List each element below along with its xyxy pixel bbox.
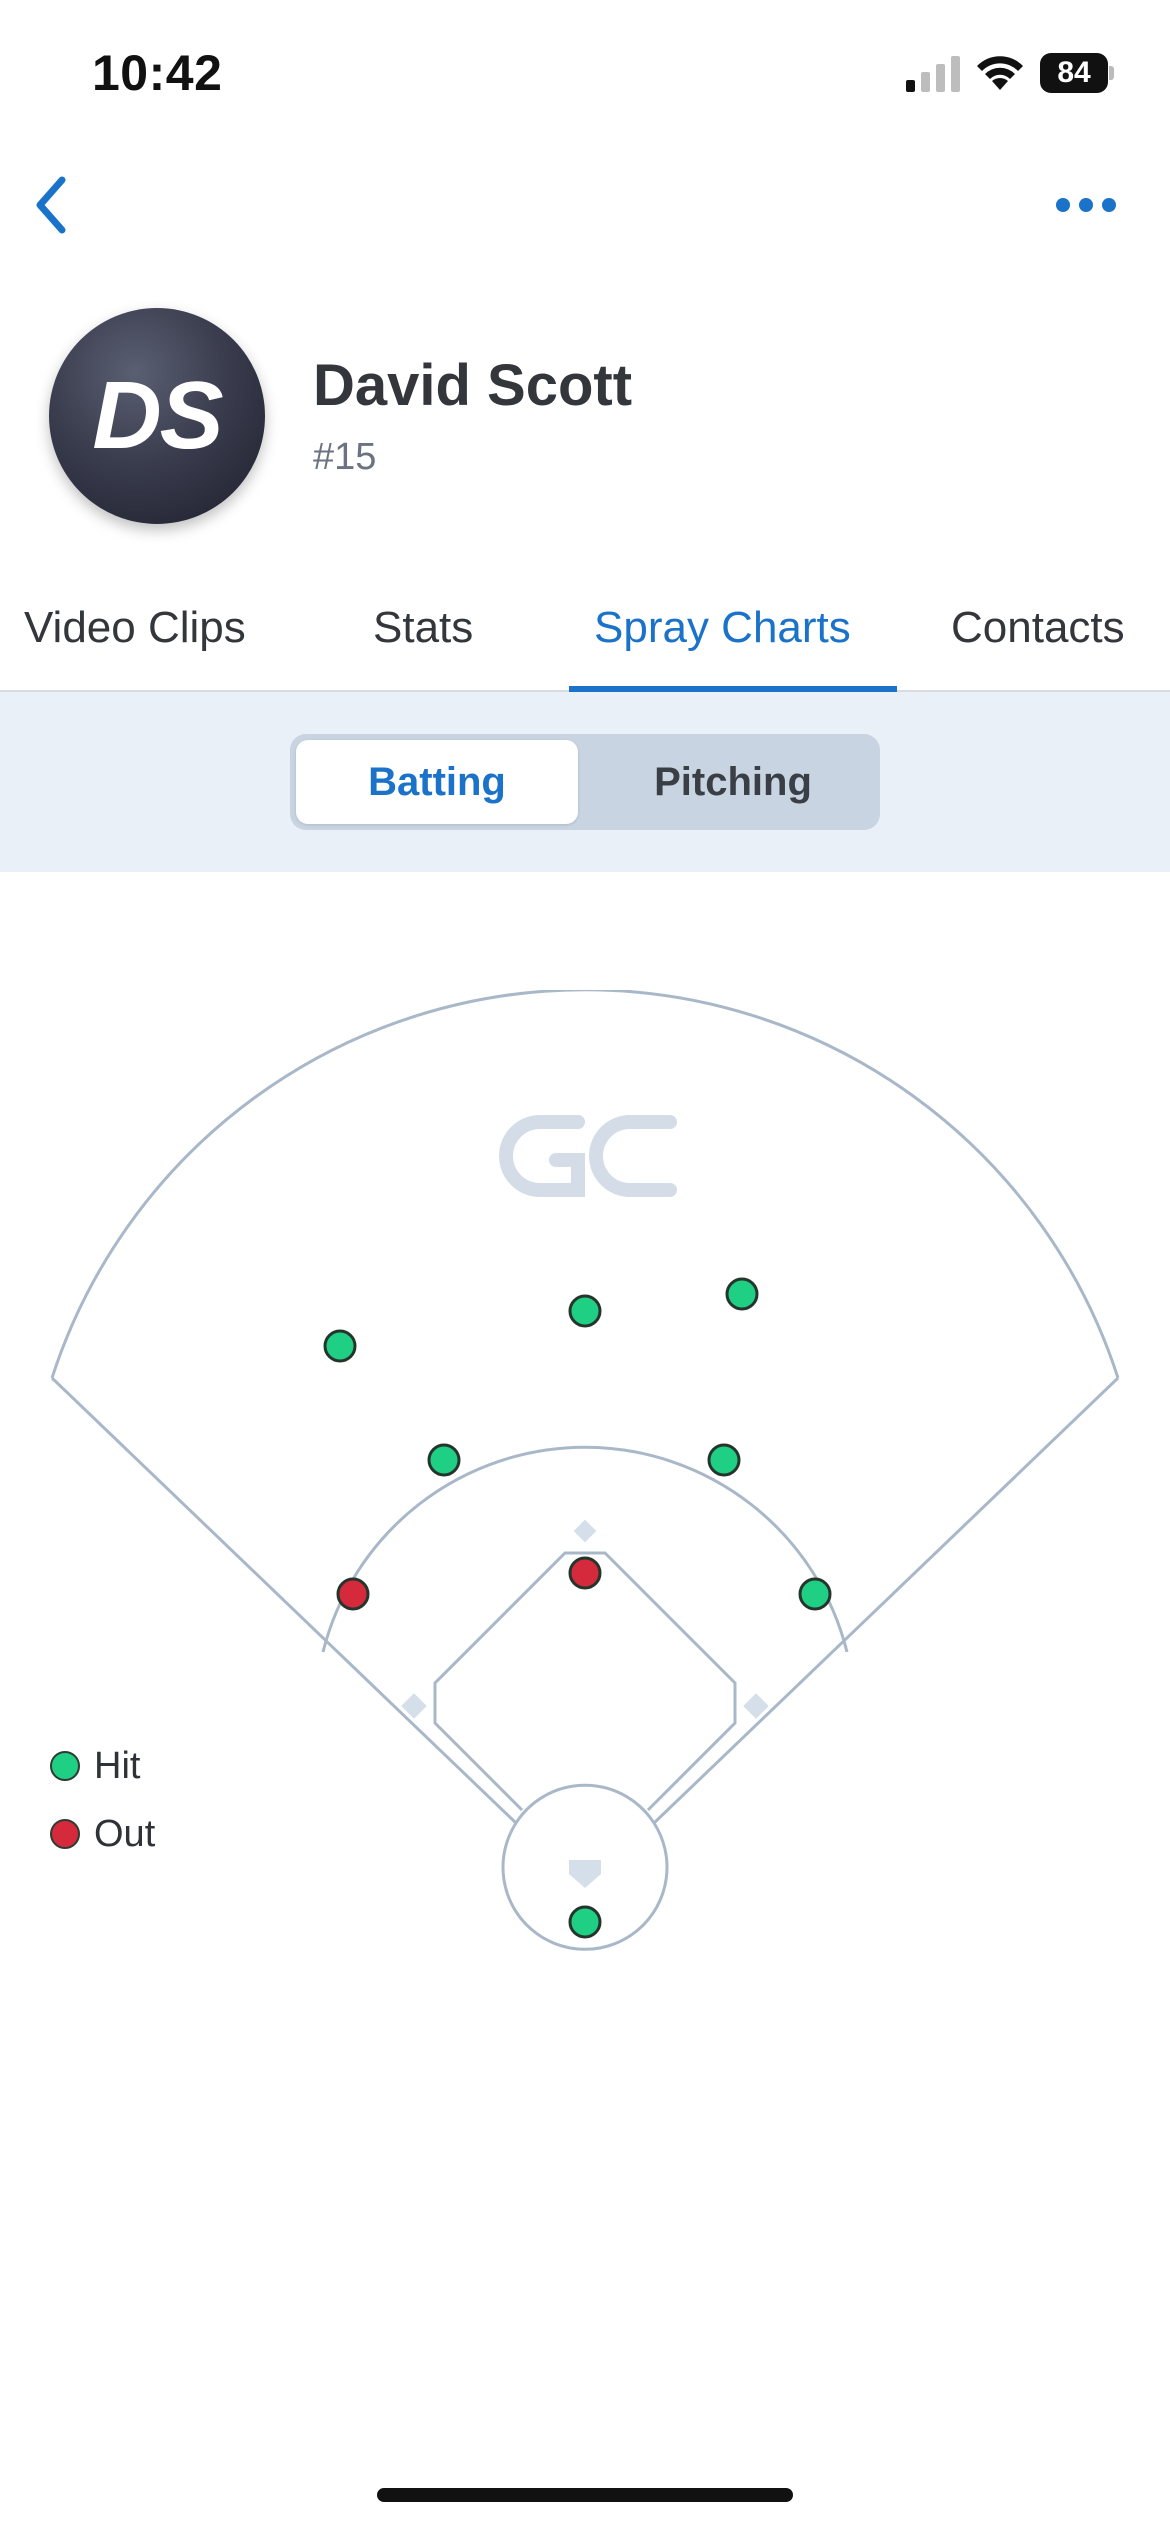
hit-marker[interactable] [707, 1443, 741, 1477]
tab-stats[interactable]: Stats [373, 590, 473, 692]
avatar-initials: DS [92, 362, 223, 469]
battery-icon: 84 [1040, 53, 1114, 93]
back-button[interactable] [20, 170, 90, 240]
hit-dot-icon [50, 1751, 80, 1781]
battery-level: 84 [1040, 53, 1108, 93]
hit-marker[interactable] [568, 1905, 602, 1939]
tab-bar: Video Clips Stats Spray Charts Contacts [0, 590, 1170, 692]
battery-cap [1109, 66, 1114, 80]
pitching-segment[interactable]: Pitching [592, 740, 874, 824]
player-name: David Scott [313, 353, 633, 418]
gc-watermark [499, 1115, 677, 1197]
spray-chart-field [50, 990, 1120, 1951]
hit-markers [323, 1277, 832, 1939]
more-options-button[interactable] [1050, 180, 1122, 230]
status-bar: 10:42 84 [0, 0, 1170, 150]
chevron-left-icon [36, 176, 66, 234]
infield-arc [321, 1445, 849, 1653]
tab-video-clips[interactable]: Video Clips [24, 590, 246, 692]
batting-segment[interactable]: Batting [296, 740, 578, 824]
hit-marker[interactable] [725, 1277, 759, 1311]
hit-marker[interactable] [323, 1329, 357, 1363]
legend-out-label: Out [94, 1813, 156, 1855]
status-time: 10:42 [92, 45, 223, 101]
hit-marker[interactable] [568, 1294, 602, 1328]
legend-hit-label: Hit [94, 1745, 141, 1787]
tab-contacts[interactable]: Contacts [951, 590, 1125, 692]
player-number: #15 [313, 436, 377, 478]
second-base [573, 1519, 597, 1543]
out-marker[interactable] [336, 1577, 370, 1611]
out-dot-icon [50, 1819, 80, 1849]
home-indicator[interactable] [377, 2488, 793, 2502]
ellipsis-icon [1056, 198, 1116, 212]
avatar: DS [49, 308, 265, 524]
home-plate [569, 1860, 601, 1888]
out-marker[interactable] [568, 1556, 602, 1590]
hit-marker[interactable] [798, 1577, 832, 1611]
hit-marker[interactable] [427, 1443, 461, 1477]
wifi-icon [977, 56, 1023, 90]
tab-spray-charts[interactable]: Spray Charts [594, 590, 851, 692]
infield-diamond [433, 1551, 737, 1812]
segment-area: Batting Pitching [0, 692, 1170, 872]
cellular-signal-icon [906, 56, 960, 92]
batting-pitching-toggle: Batting Pitching [290, 734, 880, 830]
